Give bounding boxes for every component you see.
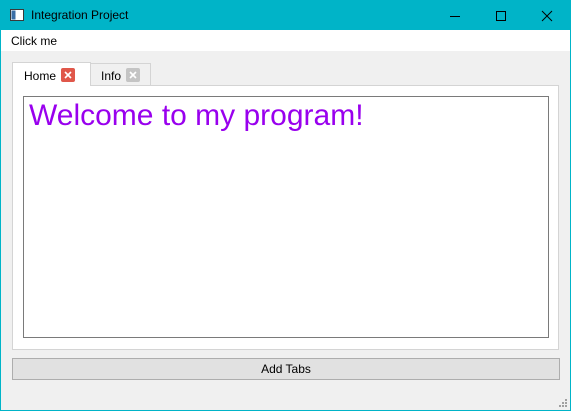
- tab-pane-home: Welcome to my program!: [12, 85, 559, 350]
- tab-info-label: Info: [101, 69, 122, 83]
- minimize-button[interactable]: [432, 1, 478, 30]
- add-tabs-button[interactable]: Add Tabs: [12, 358, 560, 380]
- tab-home-close-button[interactable]: [61, 68, 75, 82]
- welcome-message: Welcome to my program!: [29, 99, 364, 132]
- tab-home-label: Home: [24, 69, 57, 83]
- maximize-icon: [496, 11, 506, 21]
- tab-close-icon: [129, 71, 137, 79]
- tab-info[interactable]: Info: [90, 63, 151, 85]
- close-button[interactable]: [524, 1, 570, 30]
- tab-info-close-button[interactable]: [126, 68, 140, 82]
- close-icon: [541, 10, 553, 22]
- window-title: Integration Project: [31, 8, 129, 22]
- tab-home[interactable]: Home: [12, 62, 91, 86]
- minimize-icon: [450, 16, 460, 17]
- menu-bar: Click me: [1, 30, 570, 51]
- home-text-area[interactable]: Welcome to my program!: [23, 96, 549, 338]
- title-bar[interactable]: Integration Project: [1, 1, 570, 30]
- menu-item-click-me[interactable]: Click me: [11, 34, 57, 48]
- window-app-icon: [10, 9, 24, 21]
- resize-grip-icon[interactable]: [559, 399, 567, 407]
- maximize-button[interactable]: [478, 1, 524, 30]
- tab-close-icon: [64, 71, 72, 79]
- application-window: Integration Project Click me Home Info W…: [0, 0, 571, 411]
